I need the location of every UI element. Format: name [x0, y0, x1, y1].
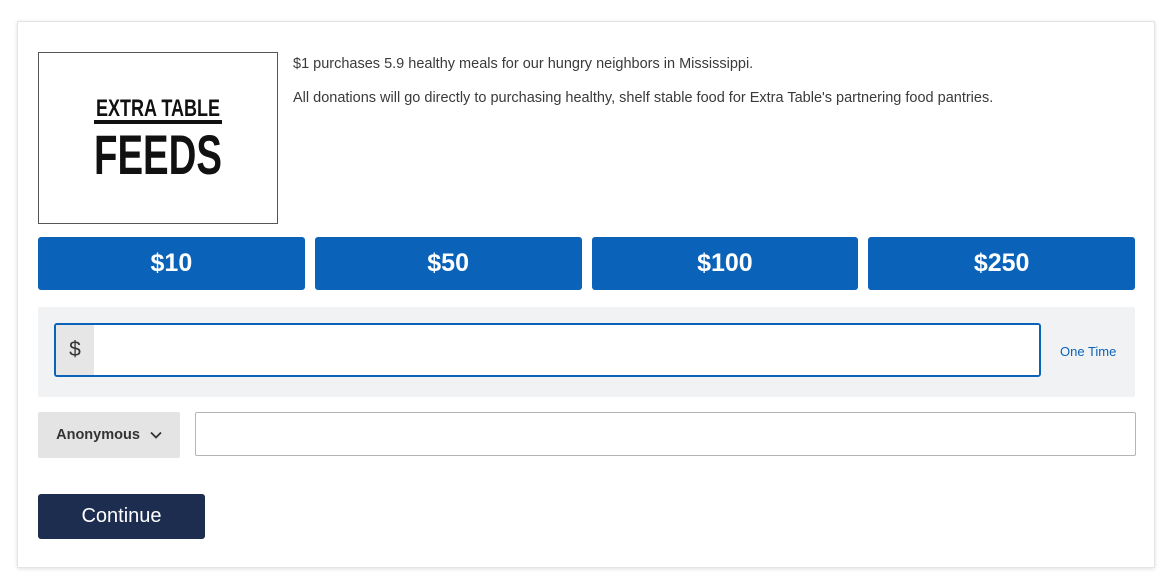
extra-table-feeds-logo-icon: EXTRA TABLE FEEDS	[94, 95, 222, 186]
donation-card: EXTRA TABLE FEEDS $1 purchases 5.9 healt…	[17, 21, 1155, 568]
logo-line1: EXTRA TABLE	[96, 95, 220, 122]
purpose-text: All donations will go directly to purcha…	[293, 90, 994, 106]
chevron-down-icon	[150, 431, 162, 439]
custom-amount-panel: $ One Time	[38, 307, 1135, 397]
frequency-link[interactable]: One Time	[1060, 344, 1116, 359]
donor-name-input[interactable]	[195, 412, 1136, 456]
custom-amount-input[interactable]	[94, 325, 1039, 375]
logo-line2: FEEDS	[94, 123, 222, 186]
organization-logo: EXTRA TABLE FEEDS	[38, 52, 278, 224]
visibility-select[interactable]: Anonymous	[38, 412, 180, 458]
preset-amounts: $10 $50 $100 $250	[38, 237, 1135, 290]
amount-10-button[interactable]: $10	[38, 237, 305, 290]
amount-250-button[interactable]: $250	[868, 237, 1135, 290]
custom-amount-field: $	[54, 323, 1041, 377]
amount-100-button[interactable]: $100	[591, 237, 859, 290]
amount-50-button[interactable]: $50	[314, 237, 582, 290]
visibility-selected-value: Anonymous	[56, 427, 140, 443]
campaign-description: $1 purchases 5.9 healthy meals for our h…	[293, 54, 1133, 108]
impact-text: $1 purchases 5.9 healthy meals for our h…	[293, 56, 754, 72]
continue-button[interactable]: Continue	[38, 494, 205, 539]
currency-symbol: $	[56, 325, 94, 375]
